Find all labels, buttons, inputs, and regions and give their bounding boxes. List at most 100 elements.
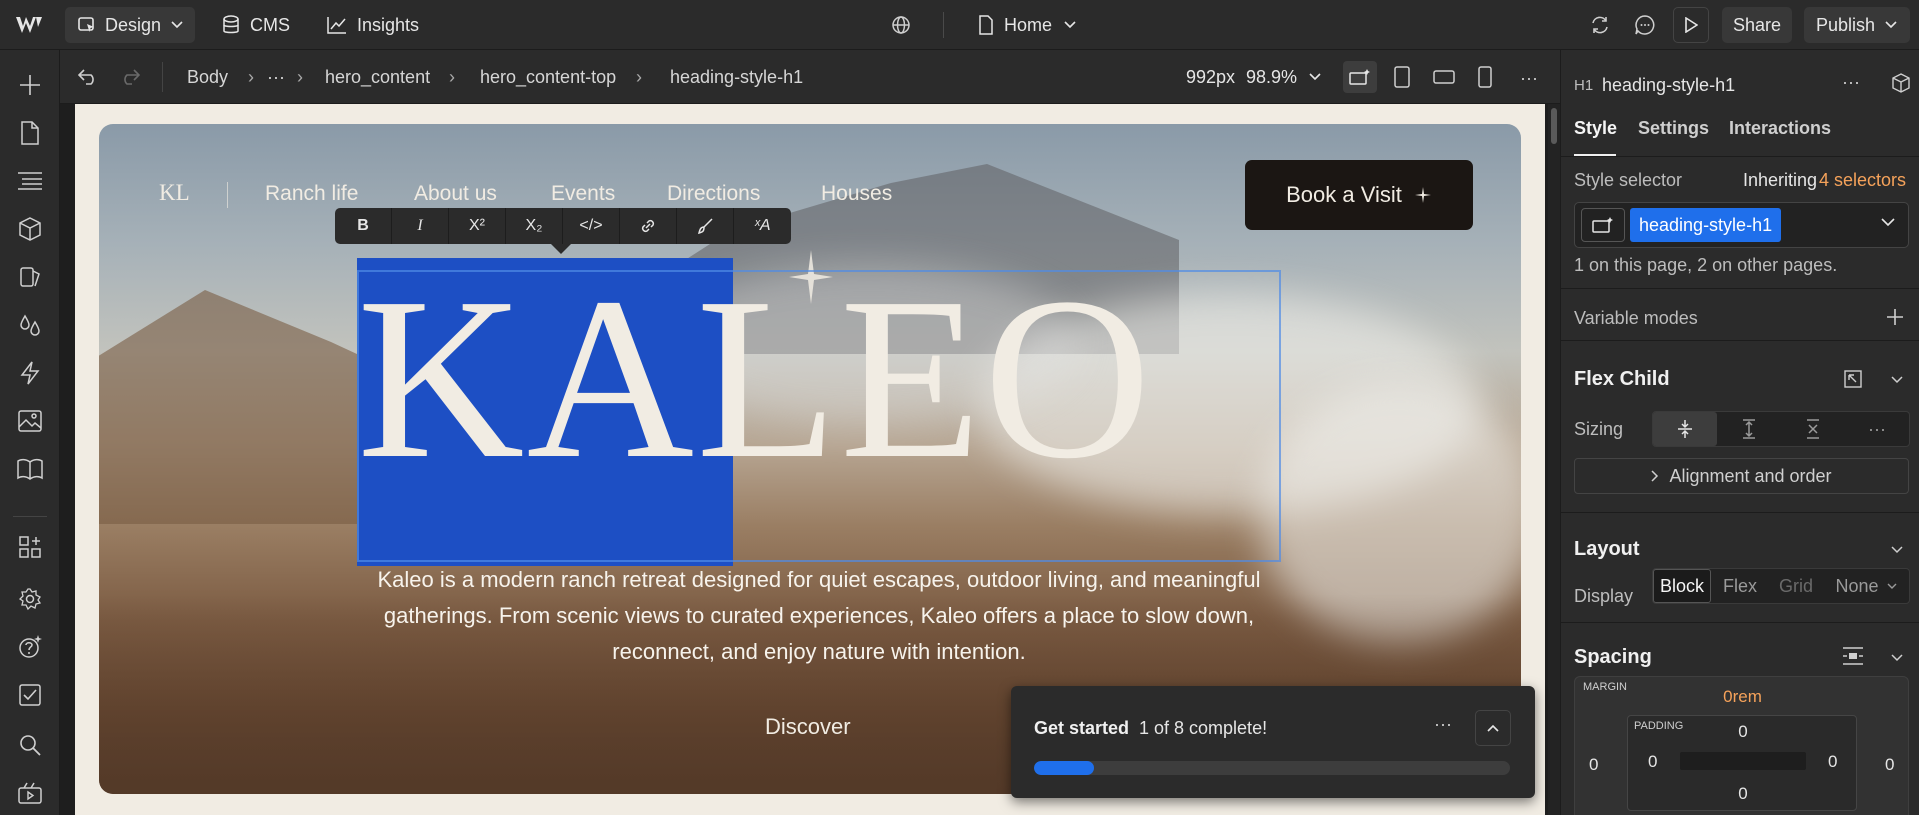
scrollbar-thumb[interactable]	[1551, 108, 1557, 144]
preview-play-button[interactable]	[1673, 7, 1709, 43]
more-options-icon[interactable]: ···	[1520, 68, 1538, 89]
italic-button[interactable]: I	[392, 208, 449, 244]
spacing-heading[interactable]: Spacing	[1574, 646, 1652, 669]
page-icon	[978, 15, 994, 35]
cms-button[interactable]: CMS	[222, 13, 290, 37]
more-options-icon[interactable]: ···	[1842, 72, 1860, 93]
link-icon[interactable]	[620, 208, 677, 244]
redo-icon[interactable]	[120, 50, 140, 104]
padding-right-value[interactable]: 0	[1828, 752, 1837, 772]
breakpoint-desktop-icon[interactable]	[1343, 61, 1377, 93]
display-block-option[interactable]: Block	[1653, 569, 1711, 603]
flex-child-heading[interactable]: Flex Child	[1574, 368, 1670, 391]
sizing-grow-icon[interactable]	[1717, 412, 1781, 446]
page-selector[interactable]: Home	[978, 13, 1076, 37]
search-icon[interactable]	[13, 728, 47, 762]
sizing-more-icon[interactable]: ···	[1845, 412, 1909, 446]
video-tutorials-icon[interactable]	[13, 776, 47, 810]
display-flex-option[interactable]: Flex	[1711, 569, 1769, 603]
alignment-order-button[interactable]: Alignment and order	[1574, 458, 1909, 494]
discover-link[interactable]: Discover	[765, 714, 851, 740]
breakpoint-mobile-landscape-icon[interactable]	[1433, 70, 1455, 84]
publish-button[interactable]: Publish	[1804, 7, 1910, 43]
chevron-down-icon[interactable]	[1891, 546, 1903, 554]
add-icon[interactable]	[1886, 308, 1904, 326]
class-chip[interactable]: heading-style-h1	[1630, 208, 1782, 242]
padding-top-value[interactable]: 0	[1628, 722, 1858, 742]
display-grid-option[interactable]: Grid	[1769, 569, 1823, 603]
site-logo[interactable]: KL	[159, 180, 190, 206]
sizing-shrink-icon[interactable]	[1653, 412, 1717, 446]
subscript-button[interactable]: X₂	[506, 208, 563, 244]
breadcrumb-item-hero-content[interactable]: hero_content	[325, 50, 430, 104]
margin-right-value[interactable]: 0	[1885, 755, 1894, 775]
padding-left-value[interactable]: 0	[1648, 752, 1657, 772]
webflow-logo-icon[interactable]	[14, 13, 44, 37]
globe-icon[interactable]	[891, 15, 911, 35]
bold-button[interactable]: B	[335, 208, 392, 244]
sizing-none-icon[interactable]	[1781, 412, 1845, 446]
spacing-preset-icon[interactable]	[1842, 647, 1864, 665]
selector-state-icon[interactable]	[1581, 208, 1625, 242]
nav-link-ranch-life[interactable]: Ranch life	[265, 182, 358, 206]
breadcrumb-item-body[interactable]: Body	[187, 50, 228, 104]
tab-interactions[interactable]: Interactions	[1729, 118, 1831, 139]
pages-icon[interactable]	[13, 116, 47, 150]
interactions-bolt-icon[interactable]	[13, 356, 47, 390]
tab-style[interactable]: Style	[1574, 118, 1617, 139]
layout-heading[interactable]: Layout	[1574, 538, 1640, 561]
apps-icon[interactable]	[13, 530, 47, 564]
breadcrumb-item-hero-content-top[interactable]: hero_content-top	[480, 50, 616, 104]
design-mode-button[interactable]: Design	[65, 7, 195, 43]
navigator-icon[interactable]	[13, 164, 47, 198]
brush-icon[interactable]	[677, 208, 734, 244]
sparkle-icon	[1414, 186, 1432, 204]
undo-icon[interactable]	[78, 50, 98, 104]
selectors-count-link[interactable]: 4 selectors	[1819, 170, 1906, 191]
nav-link-houses[interactable]: Houses	[821, 182, 892, 206]
clear-format-button[interactable]: ˣA	[734, 208, 791, 244]
viewport-width[interactable]: 992px	[1186, 50, 1235, 104]
superscript-button[interactable]: X²	[449, 208, 506, 244]
hero-heading[interactable]: KALEO	[357, 263, 1281, 495]
breakpoint-mobile-icon[interactable]	[1478, 66, 1492, 88]
chevron-down-icon[interactable]	[1881, 218, 1895, 227]
insights-button[interactable]: Insights	[327, 13, 419, 37]
nav-link-about-us[interactable]: About us	[414, 182, 497, 206]
code-button[interactable]: </>	[563, 208, 620, 244]
book-visit-button[interactable]: Book a Visit	[1245, 160, 1473, 230]
nav-link-directions[interactable]: Directions	[667, 182, 760, 206]
nav-link-events[interactable]: Events	[551, 182, 615, 206]
settings-gear-icon[interactable]	[13, 582, 47, 616]
share-button[interactable]: Share	[1722, 7, 1792, 43]
divider	[162, 62, 163, 92]
zoom-level[interactable]: 98.9%	[1246, 50, 1321, 104]
add-icon[interactable]	[13, 68, 47, 102]
display-none-option[interactable]: None	[1823, 569, 1909, 603]
margin-left-value[interactable]: 0	[1589, 755, 1598, 775]
help-ai-icon[interactable]	[13, 630, 47, 664]
canvas-scrollbar[interactable]	[1548, 104, 1560, 815]
collapse-button[interactable]	[1475, 710, 1511, 746]
breakpoint-tablet-icon[interactable]	[1394, 66, 1410, 88]
flex-child-expand-icon[interactable]	[1844, 370, 1862, 388]
components-icon[interactable]	[13, 212, 47, 246]
chevron-down-icon[interactable]	[1891, 654, 1903, 662]
breadcrumb-item-heading[interactable]: heading-style-h1	[670, 50, 803, 104]
hero-subtitle[interactable]: Kaleo is a modern ranch retreat designed…	[357, 562, 1281, 670]
drops-icon[interactable]	[13, 308, 47, 342]
tab-settings[interactable]: Settings	[1638, 118, 1709, 139]
component-icon[interactable]	[1891, 73, 1911, 93]
variables-icon[interactable]	[13, 260, 47, 294]
sync-icon[interactable]	[1589, 14, 1611, 36]
chevron-down-icon[interactable]	[1891, 376, 1903, 384]
margin-top-value[interactable]: 0rem	[1575, 687, 1910, 707]
class-selector-input[interactable]: heading-style-h1	[1574, 202, 1909, 248]
cms-book-icon[interactable]	[13, 452, 47, 486]
assets-image-icon[interactable]	[13, 404, 47, 438]
more-options-icon[interactable]: ···	[1434, 714, 1452, 735]
padding-bottom-value[interactable]: 0	[1628, 784, 1858, 804]
comment-icon[interactable]	[1634, 14, 1656, 36]
breadcrumb-ellipsis[interactable]: ···	[267, 50, 285, 104]
checklist-icon[interactable]	[13, 678, 47, 712]
